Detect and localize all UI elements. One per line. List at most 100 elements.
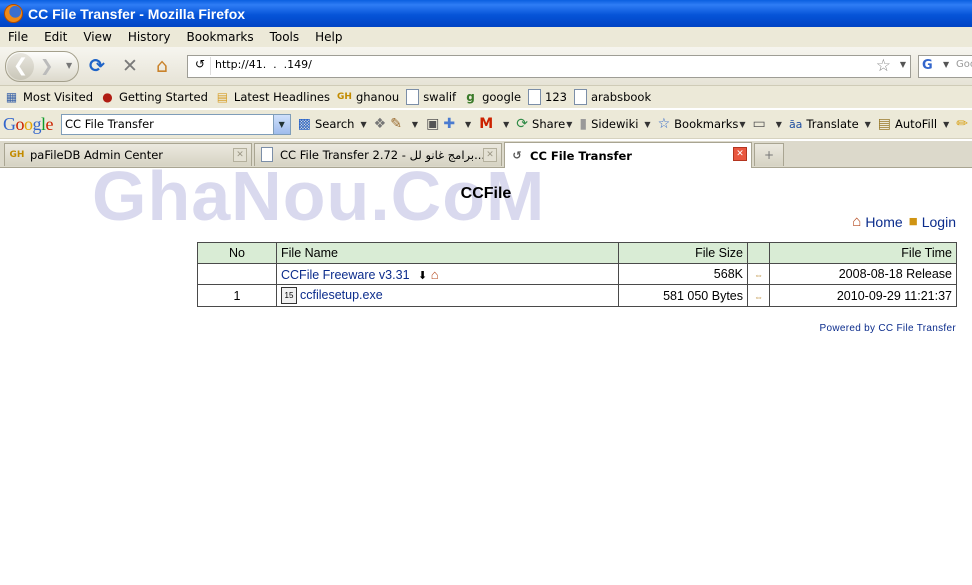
bookmarks-button[interactable]: ☆ Bookmarks ▼ — [658, 116, 746, 132]
header-arrow — [747, 242, 770, 264]
rss-icon: ▤ — [216, 89, 229, 104]
header-file-size: File Size — [618, 242, 748, 264]
chevron-down-icon[interactable]: ▼ — [943, 120, 949, 129]
menu-file[interactable]: File — [0, 30, 36, 44]
share-button[interactable]: ⟳ Share ▼ — [516, 116, 572, 132]
back-button[interactable]: ❮ — [7, 53, 34, 80]
plus-icon[interactable]: ✚ — [443, 116, 455, 132]
window-button[interactable]: ▭ ▼ — [753, 116, 782, 132]
engine-dropdown-icon[interactable]: ▼ — [943, 60, 949, 69]
page-icon — [406, 89, 420, 105]
google-toolbar: Google ▼ ▩ Search ▼ ❖ ✎ ▼ ▣ ✚ ▼ M ▼ ⟳ Sh… — [0, 110, 972, 139]
menu-help[interactable]: Help — [307, 30, 350, 44]
menu-view[interactable]: View — [75, 30, 119, 44]
menu-tools[interactable]: Tools — [262, 30, 308, 44]
bookmarks-toolbar: ▦ Most Visited ● Getting Started ▤ Lates… — [0, 86, 972, 108]
bookmark-ghanou[interactable]: GH ghanou — [337, 90, 399, 105]
row-arrow-cell: ⇔ — [747, 263, 770, 285]
chevron-down-icon[interactable]: ▼ — [644, 120, 650, 129]
powered-by-link[interactable]: Powered by CC File Transfer — [820, 323, 956, 334]
header-links: ⌂ Home ■ Login — [852, 213, 956, 230]
url-input[interactable] — [215, 58, 845, 71]
exe-file-icon: 15 — [281, 287, 297, 304]
menu-bookmarks[interactable]: Bookmarks — [179, 30, 262, 44]
swap-arrow-icon[interactable]: ⇔ — [753, 271, 765, 280]
home-icon[interactable]: ⌂ — [852, 213, 861, 230]
chevron-down-icon[interactable]: ▼ — [566, 120, 572, 129]
login-link[interactable]: Login — [922, 214, 956, 230]
folder-link[interactable]: CCFile Freeware v3.31 — [281, 268, 410, 282]
chevron-down-icon[interactable]: ▼ — [412, 120, 418, 129]
row-no — [197, 263, 277, 285]
home-icon[interactable]: ⌂ — [431, 267, 439, 282]
bookmark-star-icon[interactable]: ☆ — [876, 56, 891, 76]
site-identity-icon[interactable]: ↺ — [190, 57, 211, 75]
translate-button[interactable]: āa Translate ▼ — [789, 117, 871, 131]
bookmark-latest-headlines[interactable]: ▤ Latest Headlines — [215, 90, 330, 105]
download-arrow-icon[interactable]: ⬇ — [418, 270, 427, 282]
navigation-toolbar: ❮ ❯ ▼ ⟳ ✕ ⌂ ↺ ☆ ▼ G ▼ Goo — [0, 47, 972, 86]
page-content: GhaNou.CoM CCFile ⌂ Home ■ Login No File… — [0, 157, 972, 585]
google-search-box[interactable]: ▼ — [61, 113, 291, 135]
google-search-button[interactable]: ▩ Search ▼ — [298, 116, 367, 132]
star-icon: ☆ — [657, 116, 671, 132]
chevron-down-icon[interactable]: ▼ — [776, 120, 782, 129]
bookmark-google[interactable]: g google — [463, 90, 521, 105]
separator-icon: ❖ — [373, 116, 387, 132]
autofill-icon: ▤ — [877, 116, 892, 132]
notebook-icon[interactable]: ✎ — [390, 116, 402, 132]
sidewiki-button[interactable]: ▮ Sidewiki ▼ — [579, 116, 650, 132]
toolbar-tools-group[interactable]: ❖ ✎ ▼ ▣ ✚ ▼ M ▼ — [374, 116, 510, 132]
forward-button[interactable]: ❯ — [40, 56, 53, 75]
bookmark-arabsbook[interactable]: arabsbook — [573, 89, 651, 105]
google-icon: g — [466, 89, 475, 104]
home-icon[interactable]: ⌂ — [156, 56, 168, 76]
table-row: CCFile Freeware v3.31 ⬇ ⌂ 568K ⇔ 2008-08… — [197, 263, 957, 285]
reload-icon[interactable]: ⟳ — [89, 56, 105, 76]
url-bar[interactable]: ↺ ☆ ▼ — [187, 55, 911, 78]
chevron-down-icon[interactable]: ▼ — [503, 120, 509, 129]
bookmark-getting-started[interactable]: ● Getting Started — [100, 90, 208, 105]
row-name-cell: CCFile Freeware v3.31 ⬇ ⌂ — [276, 263, 619, 285]
new-tab-button[interactable]: + — [754, 143, 784, 166]
search-placeholder[interactable]: Goo — [956, 59, 972, 70]
menu-history[interactable]: History — [120, 30, 179, 44]
page-title: CCFile — [460, 185, 512, 202]
stop-icon[interactable]: ✕ — [122, 56, 138, 76]
google-engine-icon[interactable]: G — [922, 58, 933, 73]
bank-icon[interactable]: ▣ — [426, 116, 439, 132]
history-dropdown-icon[interactable]: ▼ — [66, 61, 72, 70]
chevron-down-icon[interactable]: ▼ — [739, 120, 745, 129]
row-size: 568K — [618, 263, 748, 285]
gmail-icon[interactable]: M — [479, 116, 493, 132]
bookmark-most-visited[interactable]: ▦ Most Visited — [4, 90, 93, 105]
file-link[interactable]: ccfilesetup.exe — [300, 288, 383, 302]
google-g-icon: ▩ — [297, 116, 311, 132]
url-dropdown-icon[interactable]: ▼ — [900, 60, 906, 69]
chevron-down-icon[interactable]: ▼ — [465, 120, 471, 129]
close-tab-icon[interactable]: ✕ — [733, 147, 747, 161]
chevron-down-icon[interactable]: ▼ — [865, 120, 871, 129]
swap-arrow-icon[interactable]: ⇔ — [753, 292, 765, 302]
autofill-button[interactable]: ▤ AutoFill ▼ — [878, 116, 949, 132]
row-no: 1 — [197, 284, 277, 307]
header-no: No — [197, 242, 277, 264]
chevron-down-icon[interactable]: ▼ — [272, 114, 290, 134]
home-link[interactable]: Home — [865, 214, 902, 230]
row-name-cell: 15 ccfilesetup.exe — [276, 284, 619, 307]
page-icon — [528, 89, 542, 105]
bookmark-123[interactable]: 123 — [528, 89, 567, 105]
google-search-input[interactable] — [65, 116, 276, 131]
google-logo: Google — [3, 113, 54, 134]
search-bar[interactable]: G ▼ Goo — [918, 55, 972, 78]
row-time: 2008-08-18 Release — [769, 263, 957, 285]
lock-icon[interactable]: ■ — [909, 213, 918, 230]
gh-icon: GH — [336, 91, 352, 102]
getting-started-icon: ● — [102, 89, 113, 104]
highlighter-button[interactable]: ✏ — [956, 116, 972, 132]
menu-bar: File Edit View History Bookmarks Tools H… — [0, 27, 972, 47]
chevron-down-icon[interactable]: ▼ — [360, 120, 366, 129]
menu-edit[interactable]: Edit — [36, 30, 75, 44]
bookmark-swalif[interactable]: swalif — [406, 89, 456, 105]
row-size: 581 050 Bytes — [618, 284, 748, 307]
